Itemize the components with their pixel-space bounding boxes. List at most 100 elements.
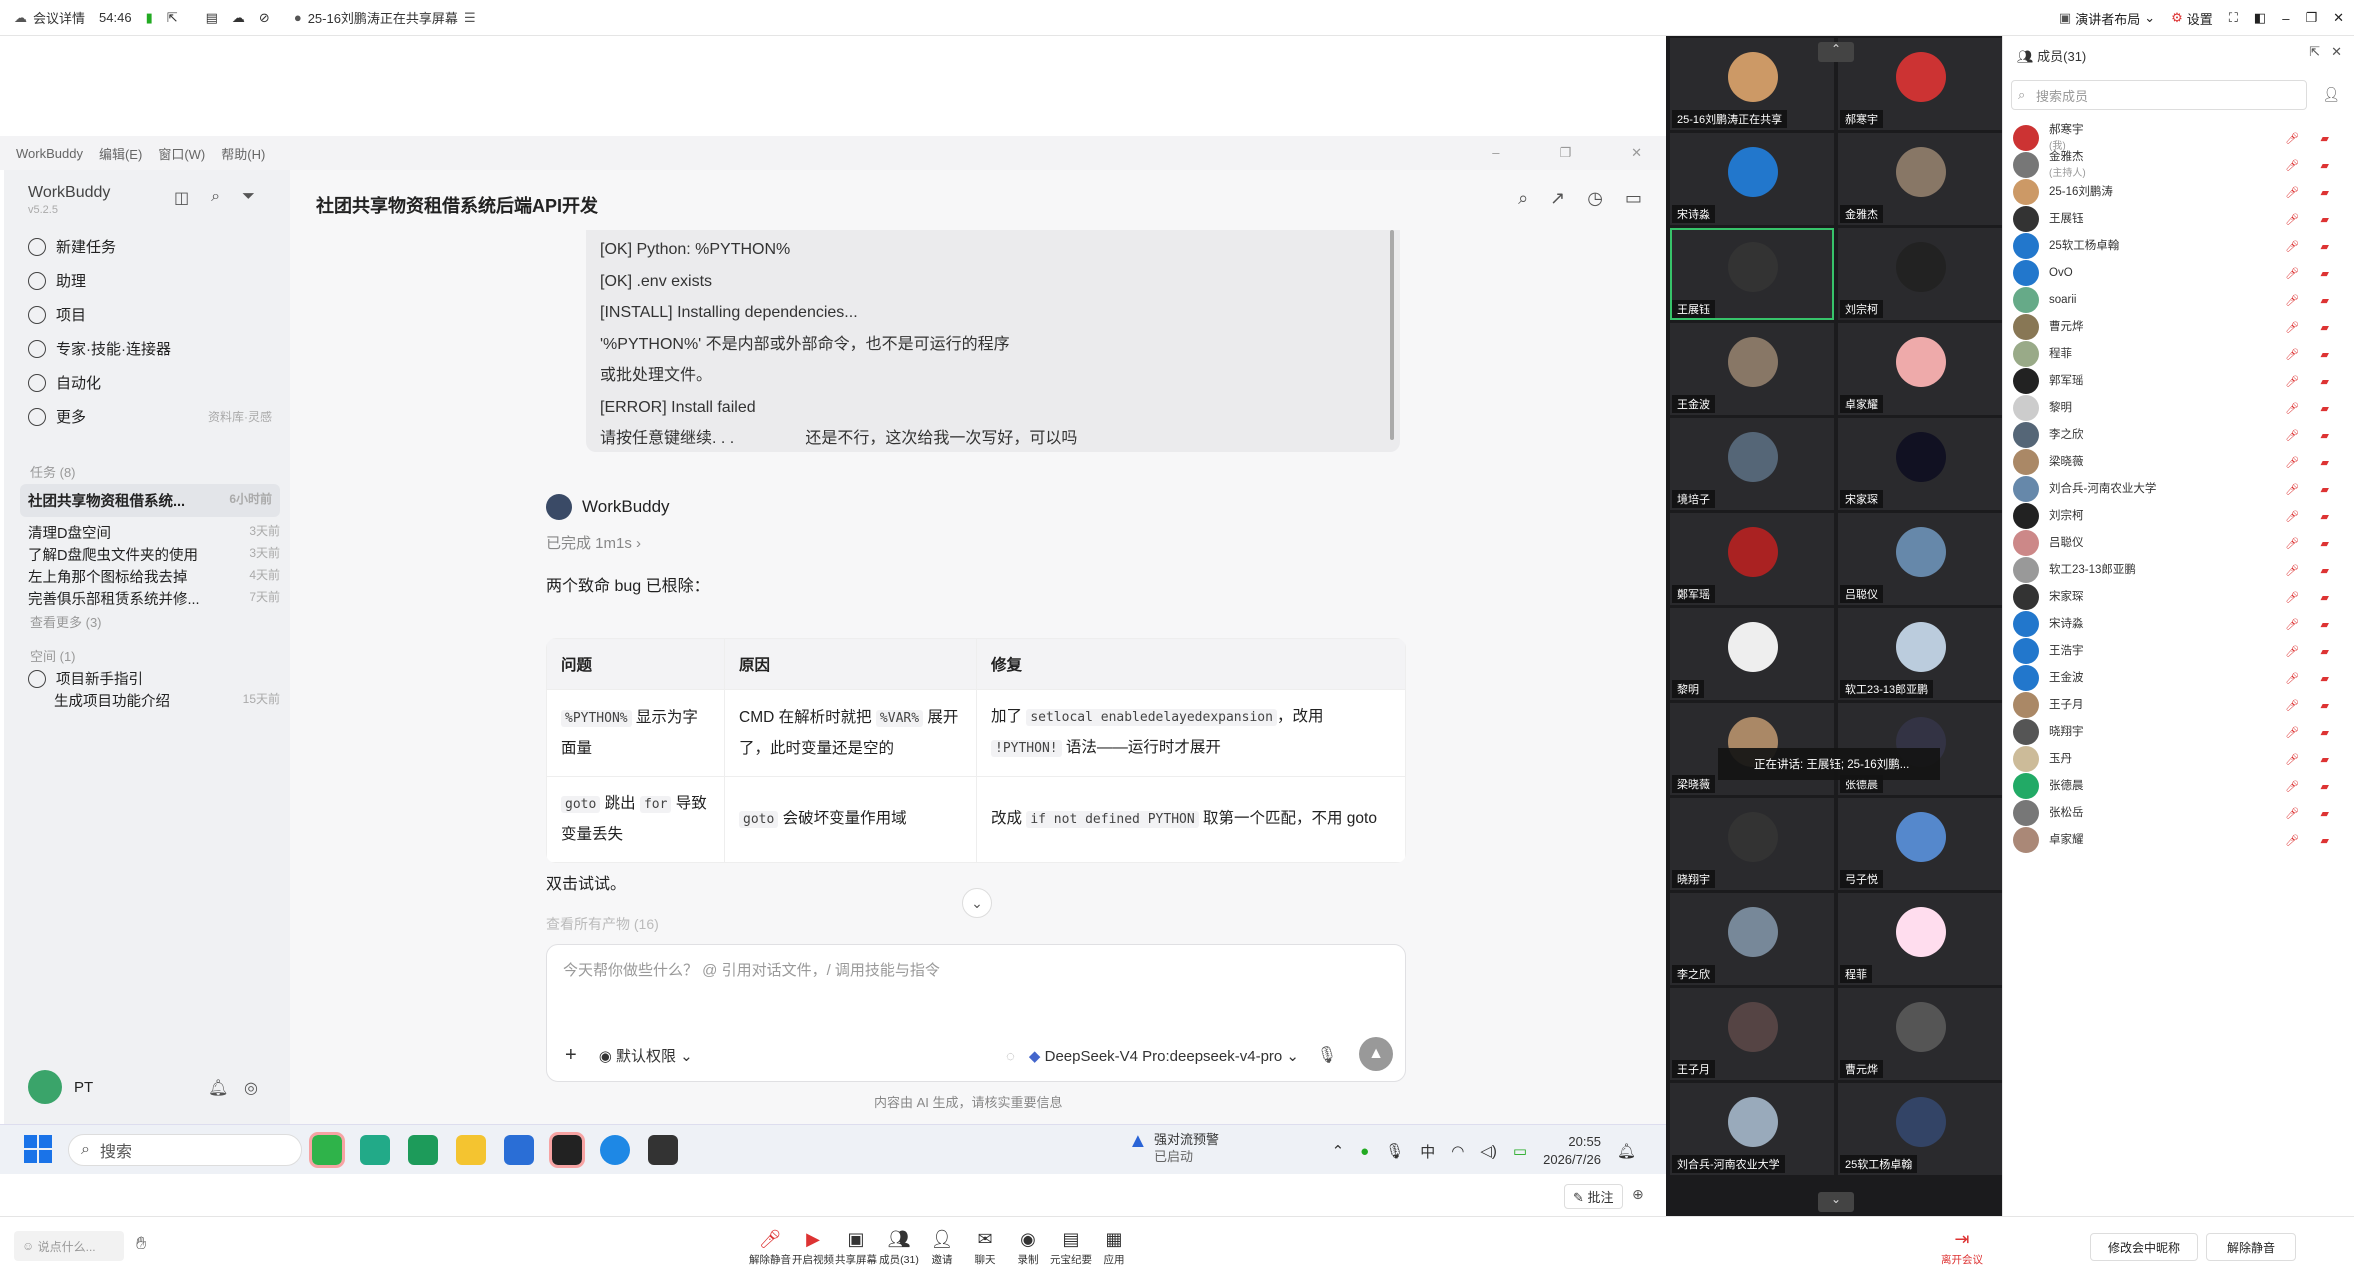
mic-muted-icon[interactable]: 🎤︎ — [2285, 240, 2299, 253]
apps-button[interactable]: ▦ 应用 — [1084, 1229, 1144, 1267]
video-tile[interactable]: 吕聪仪 — [1838, 513, 2002, 605]
video-tile[interactable]: 25-16刘鹏涛正在共享 — [1670, 38, 1834, 130]
chat-quick-input[interactable]: ☺ 说点什么... — [14, 1231, 124, 1261]
mic-muted-icon[interactable]: 🎤︎ — [2285, 618, 2299, 631]
mic-muted-icon[interactable]: 🎤︎ — [2285, 213, 2299, 226]
video-tile[interactable]: 卓家耀 — [1838, 323, 2002, 415]
chevron-up-icon[interactable]: ⌃ — [1332, 1142, 1345, 1160]
task-item[interactable]: 清理D盘空间 3天前 — [28, 522, 280, 543]
video-tile[interactable]: 王展钰 — [1670, 228, 1834, 320]
layout-button[interactable]: ▣ 演讲者布局 ⌄ — [2059, 9, 2155, 28]
model-select[interactable]: ◌ ◆ DeepSeek-V4 Pro:deepseek-v4-pro ⌄ — [1006, 1047, 1299, 1065]
camera-off-icon[interactable]: ▰ — [2321, 780, 2329, 793]
sidebar-toggle-icon[interactable]: ◧ — [2254, 10, 2266, 26]
video-tile[interactable]: 郝寒宇 — [1838, 38, 2002, 130]
add-icon[interactable]: + — [565, 1044, 577, 1067]
camera-off-icon[interactable]: ▰ — [2321, 834, 2329, 847]
menu-edit[interactable]: 编辑(E) — [99, 144, 142, 163]
pycharm-icon[interactable] — [408, 1135, 438, 1165]
chat-input-box[interactable]: 今天帮你做些什么？ @ 引用对话文件，/ 调用技能与指令 + ◉ 默认权限 ⌄ … — [546, 944, 1406, 1082]
send-button[interactable]: ▲ — [1359, 1037, 1393, 1071]
video-tile[interactable]: 王子月 — [1670, 988, 1834, 1080]
mic-muted-icon[interactable]: 🎤︎ — [2285, 429, 2299, 442]
camera-off-icon[interactable]: ▰ — [2321, 159, 2329, 172]
annotate-button[interactable]: ✎ 批注 — [1564, 1184, 1623, 1209]
mic-muted-icon[interactable]: 🎤︎ — [2285, 294, 2299, 307]
mic-muted-icon[interactable]: 🎤︎ — [2285, 132, 2299, 145]
mic-muted-icon[interactable]: 🎤︎ — [2285, 321, 2299, 334]
video-tile[interactable]: 25软工杨卓翰 — [1838, 1083, 2002, 1175]
video-tile[interactable]: 弓子悦 — [1838, 798, 2002, 890]
camera-off-icon[interactable]: ▰ — [2321, 132, 2329, 145]
filter-icon[interactable]: ⏷ — [242, 188, 255, 208]
clock[interactable]: 20:55 2026/7/26 — [1543, 1133, 1601, 1169]
wb-minimize-icon[interactable]: – — [1492, 145, 1499, 161]
video-tile[interactable]: 李之欣 — [1670, 893, 1834, 985]
scroll-down-button[interactable]: ⌄ — [962, 888, 992, 918]
permission-select[interactable]: ◉ 默认权限 ⌄ — [599, 1045, 693, 1066]
mic-muted-icon[interactable]: 🎤︎ — [2285, 834, 2299, 847]
security-icon[interactable]: ● — [1360, 1143, 1369, 1160]
external-link-icon[interactable]: ⇱ — [167, 10, 178, 26]
share-icon[interactable]: ↗ — [1550, 188, 1565, 209]
user-profile[interactable]: PT — [28, 1070, 93, 1104]
menu-help[interactable]: 帮助(H) — [221, 144, 265, 163]
video-tile[interactable]: 宋家琛 — [1838, 418, 2002, 510]
close-icon[interactable]: ✕ — [2333, 10, 2344, 26]
video-tile[interactable]: 软工23-13郎亚鹏 — [1838, 608, 2002, 700]
tasks-header[interactable]: 任务 (8) — [30, 462, 76, 481]
video-tile[interactable]: 刘合兵-河南农业大学 — [1670, 1083, 1834, 1175]
mic-muted-icon[interactable]: 🎤︎ — [2285, 753, 2299, 766]
menu-window[interactable]: 窗口(W) — [158, 144, 205, 163]
camera-off-icon[interactable]: ▰ — [2321, 321, 2329, 334]
mic-muted-icon[interactable]: 🎤︎ — [2285, 645, 2299, 658]
mic-muted-icon[interactable]: 🎤︎ — [2285, 348, 2299, 361]
camera-off-icon[interactable]: ▰ — [2321, 510, 2329, 523]
unmute-all-button[interactable]: 解除静音 — [2206, 1233, 2296, 1261]
panel-toggle-icon[interactable]: ◫ — [174, 188, 189, 208]
camera-off-icon[interactable]: ▰ — [2321, 240, 2329, 253]
camera-off-icon[interactable]: ▰ — [2321, 564, 2329, 577]
volume-icon[interactable]: ◁) — [1480, 1142, 1497, 1160]
app-icon[interactable] — [360, 1135, 390, 1165]
video-tile[interactable]: 鄭军瑶 — [1670, 513, 1834, 605]
notification-icon[interactable]: 🔔︎ — [1617, 1142, 1636, 1160]
edge-icon[interactable] — [600, 1135, 630, 1165]
camera-off-icon[interactable]: ▰ — [2321, 645, 2329, 658]
camera-off-icon[interactable]: ▰ — [2321, 375, 2329, 388]
battery-icon[interactable]: ▭ — [1513, 1142, 1527, 1160]
windows-start-icon[interactable] — [24, 1135, 52, 1163]
qq-icon[interactable] — [549, 1132, 585, 1168]
camera-off-icon[interactable]: ▰ — [2321, 537, 2329, 550]
mic-muted-icon[interactable]: 🎤︎ — [2285, 159, 2299, 172]
popout-icon[interactable]: ⇱ — [2309, 44, 2320, 60]
nav-new-task[interactable]: 新建任务 — [28, 236, 116, 257]
zoom-icon[interactable]: ⊕ — [1632, 1186, 1644, 1203]
camera-off-icon[interactable]: ▰ — [2321, 348, 2329, 361]
member-search-input[interactable]: ⌕ 搜索成员 — [2011, 80, 2307, 110]
notes-icon[interactable]: ▤ — [206, 10, 218, 26]
camera-off-icon[interactable]: ▰ — [2321, 753, 2329, 766]
minimize-icon[interactable]: – — [2282, 11, 2289, 26]
project-guide[interactable]: 项目新手指引 — [28, 668, 143, 689]
task-item[interactable]: 左上角那个图标给我去掉 4天前 — [28, 566, 280, 587]
bell-icon[interactable]: 🔔︎ — [208, 1078, 228, 1098]
grid-scroll-down-icon[interactable]: ⌄ — [1818, 1192, 1854, 1212]
camera-off-icon[interactable]: ▰ — [2321, 294, 2329, 307]
mic-muted-icon[interactable]: 🎤︎ — [2285, 726, 2299, 739]
compass-icon[interactable]: ◎ — [244, 1078, 258, 1098]
ime-indicator[interactable]: 中 — [1420, 1141, 1435, 1162]
wb-maximize-icon[interactable]: ❐ — [1559, 145, 1571, 161]
settings-button[interactable]: ⚙ 设置 — [2171, 9, 2213, 28]
wb-close-icon[interactable]: ✕ — [1631, 145, 1642, 161]
nav-more[interactable]: 更多 资料库·灵感 — [28, 406, 272, 427]
see-more-tasks[interactable]: 查看更多 (3) — [30, 612, 102, 631]
cloud-icon[interactable]: ☁ — [232, 10, 245, 26]
video-tile[interactable]: 黎明 — [1670, 608, 1834, 700]
mic-muted-icon[interactable]: 🎤︎ — [2285, 564, 2299, 577]
sharing-notice[interactable]: ● 25-16刘鹏涛正在共享屏幕 ☰ — [294, 8, 476, 27]
camera-off-icon[interactable]: ▰ — [2321, 726, 2329, 739]
no-video-icon[interactable]: ⊘ — [259, 10, 270, 26]
nav-experts[interactable]: 专家·技能·连接器 — [28, 338, 171, 359]
add-member-icon[interactable]: 👤︎ — [2322, 86, 2340, 103]
